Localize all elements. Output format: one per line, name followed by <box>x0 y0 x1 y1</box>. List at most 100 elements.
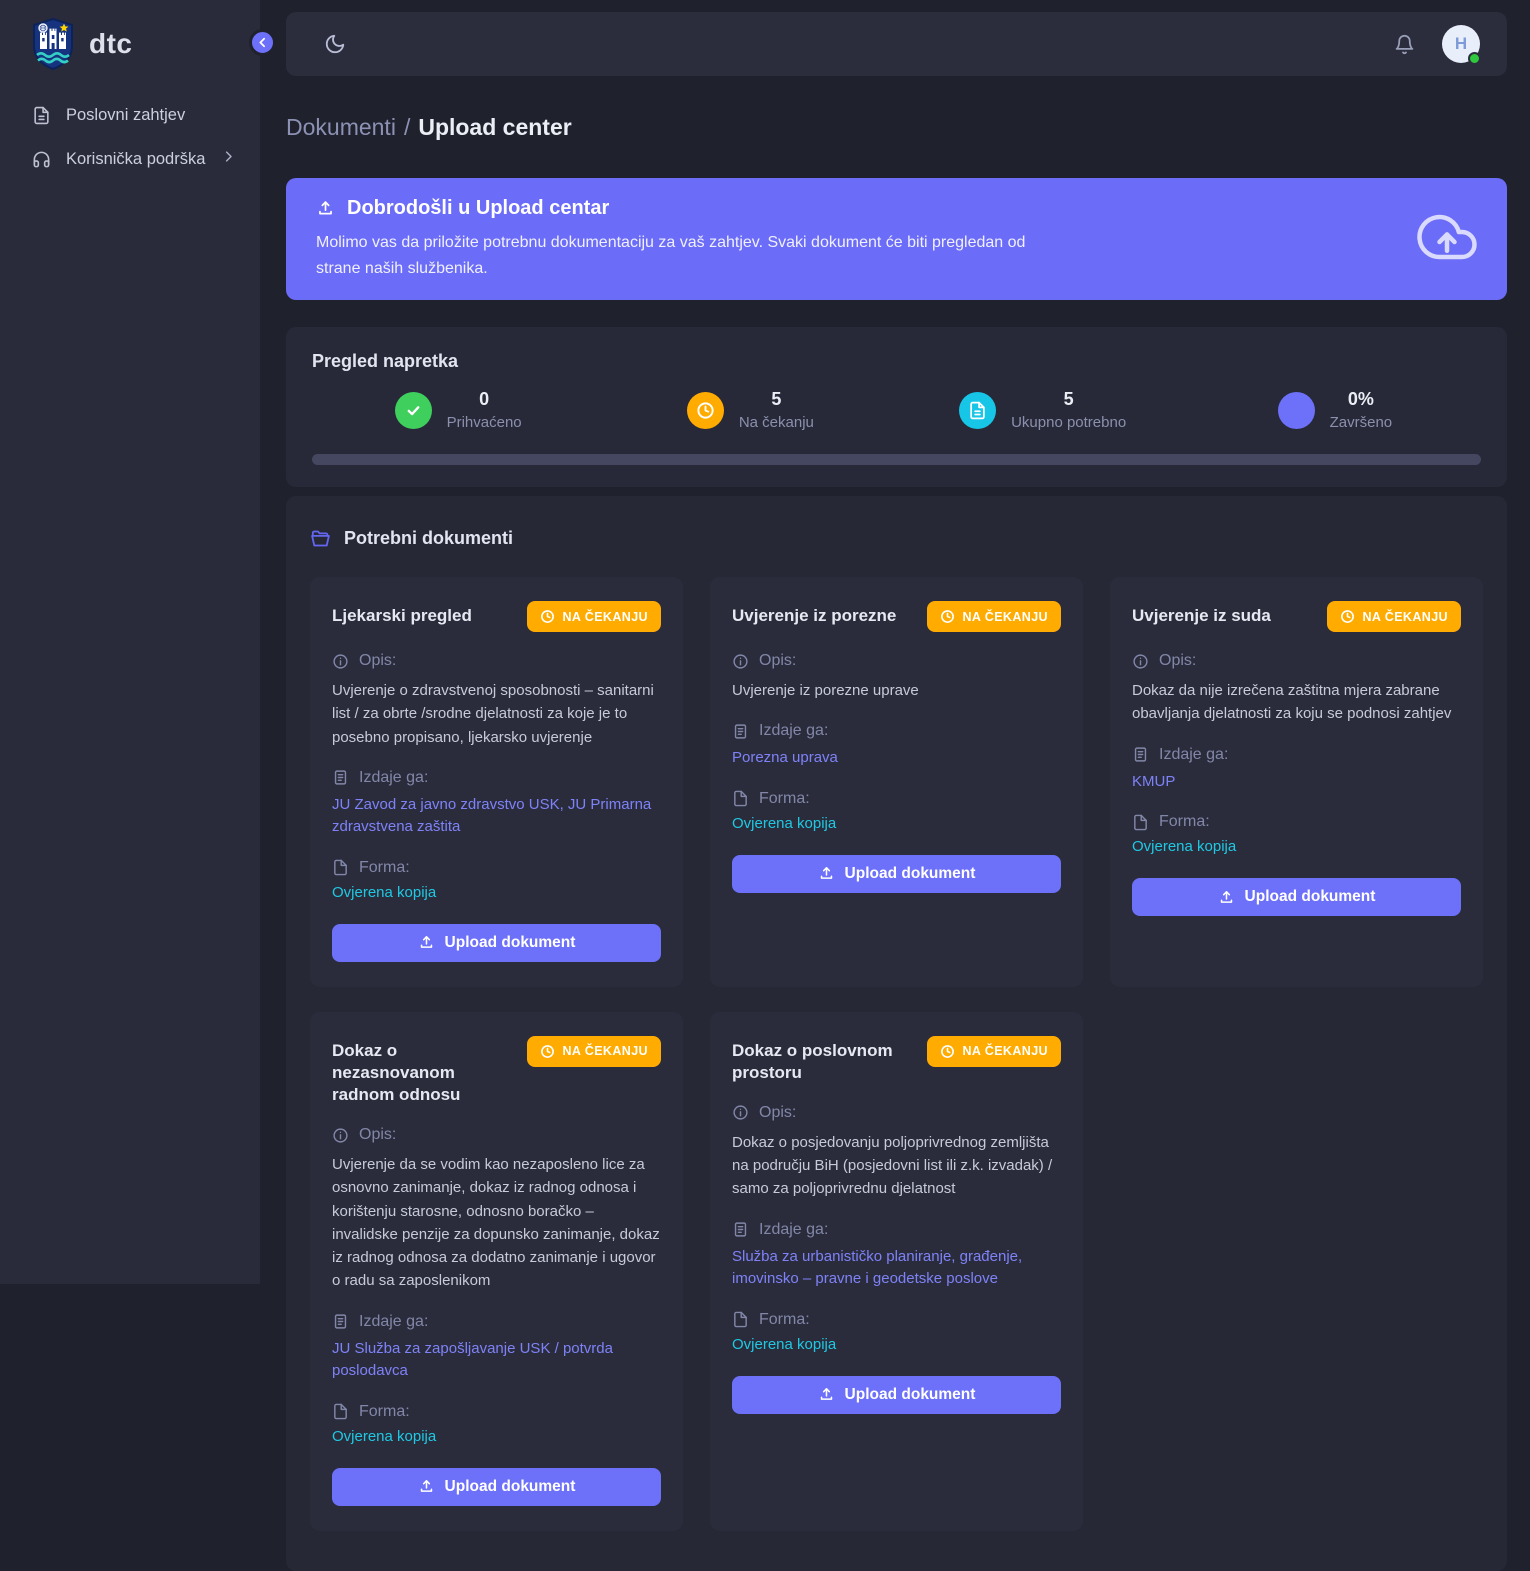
status-badge: NA ČEKANJU <box>927 1036 1062 1067</box>
forma-label: Forma: <box>732 790 1061 808</box>
upload-dokument-button[interactable]: Upload dokument <box>732 855 1061 893</box>
dark-mode-toggle[interactable] <box>324 33 346 55</box>
required-documents-panel: Potrebni dokumenti Ljekarski pregled NA … <box>286 496 1507 1571</box>
upload-icon <box>818 1386 835 1403</box>
sidebar-item-label: Poslovni zahtjev <box>66 106 185 125</box>
document-issuer: JU Služba za zapošljavanje USK / potvrda… <box>332 1338 661 1383</box>
izdaje-ga-label: Izdaje ga: <box>332 769 661 787</box>
document-card-header: Dokaz o poslovnom prostoru NA ČEKANJU <box>732 1036 1061 1084</box>
stat-prihvaceno: 0 Prihvaćeno <box>312 389 604 431</box>
document-description: Dokaz o posjedovanju poljoprivrednog zem… <box>732 1131 1061 1201</box>
clock-icon <box>940 609 955 624</box>
stat-label: Na čekanju <box>739 414 814 431</box>
upload-dokument-button[interactable]: Upload dokument <box>1132 878 1461 916</box>
clock-icon <box>1340 609 1355 624</box>
forma-label: Forma: <box>1132 813 1461 831</box>
app-root: dtc Poslovni zahtjev Korisnička podrška <box>0 0 1530 1284</box>
stat-value: 0% <box>1348 389 1374 410</box>
upload-dokument-button[interactable]: Upload dokument <box>732 1376 1061 1414</box>
avatar-letter: H <box>1455 34 1467 54</box>
document-issuer: JU Zavod za javno zdravstvo USK, JU Prim… <box>332 794 661 839</box>
document-card-header: Dokaz o nezasnovanom radnom odnosu NA ČE… <box>332 1036 661 1106</box>
sidebar: dtc Poslovni zahtjev Korisnička podrška <box>0 0 260 1284</box>
stat-value: 5 <box>1064 389 1074 410</box>
invoice-icon <box>732 1221 749 1238</box>
info-icon <box>1132 653 1149 670</box>
document-issuer: KMUP <box>1132 771 1461 794</box>
banner-title-row: Dobrodošli u Upload centar <box>316 197 1061 220</box>
stat-label: Prihvaćeno <box>447 414 522 431</box>
document-title: Uvjerenje iz porezne <box>732 601 896 627</box>
stat-zavrseno: 0% Završeno <box>1189 389 1481 431</box>
opis-label: Opis: <box>332 652 661 670</box>
bell-icon <box>1394 34 1415 55</box>
status-badge-label: NA ČEKANJU <box>963 1044 1049 1058</box>
clock-icon <box>540 609 555 624</box>
status-badge: NA ČEKANJU <box>927 601 1062 632</box>
sidebar-item-poslovni-zahtjev[interactable]: Poslovni zahtjev <box>0 94 260 137</box>
check-icon <box>395 392 432 429</box>
document-card: Uvjerenje iz suda NA ČEKANJU Opis: Dokaz… <box>1110 577 1483 987</box>
document-title: Dokaz o poslovnom prostoru <box>732 1036 915 1084</box>
topbar-actions: H <box>1394 25 1480 63</box>
upload-dokument-button[interactable]: Upload dokument <box>332 1468 661 1506</box>
invoice-icon <box>332 1313 349 1330</box>
progress-bar <box>312 454 1481 465</box>
welcome-banner: Dobrodošli u Upload centar Molimo vas da… <box>286 178 1507 300</box>
banner-body: Molimo vas da priložite potrebnu dokumen… <box>316 230 1061 282</box>
documents-section-title: Potrebni dokumenti <box>344 528 513 549</box>
forma-label: Forma: <box>732 1311 1061 1329</box>
izdaje-ga-label: Izdaje ga: <box>1132 746 1461 764</box>
status-badge-label: NA ČEKANJU <box>1363 610 1449 624</box>
documents-grid: Ljekarski pregled NA ČEKANJU Opis: Uvjer… <box>310 577 1483 1531</box>
document-icon <box>32 106 51 125</box>
upload-icon <box>418 1478 435 1495</box>
stat-label: Završeno <box>1330 414 1393 431</box>
breadcrumb-dokumenti[interactable]: Dokumenti <box>286 114 396 140</box>
invoice-icon <box>1132 746 1149 763</box>
progress-overview-panel: Pregled napretka 0 Prihvaćeno <box>286 327 1507 487</box>
document-forma-value: Ovjerena kopija <box>1132 838 1461 855</box>
document-description: Uvjerenje iz porezne uprave <box>732 679 1061 702</box>
topbar: H <box>286 12 1507 76</box>
status-badge: NA ČEKANJU <box>1327 601 1462 632</box>
moon-icon <box>324 33 346 55</box>
document-forma-value: Ovjerena kopija <box>332 884 661 901</box>
info-icon <box>332 653 349 670</box>
document-forma-value: Ovjerena kopija <box>732 815 1061 832</box>
banner-text-block: Dobrodošli u Upload centar Molimo vas da… <box>316 197 1061 282</box>
online-status-dot <box>1468 52 1481 65</box>
document-card: Ljekarski pregled NA ČEKANJU Opis: Uvjer… <box>310 577 683 987</box>
app-logo[interactable]: dtc <box>0 0 260 70</box>
clock-icon <box>540 1044 555 1059</box>
page-icon <box>732 790 749 807</box>
sidebar-item-korisnicka-podrska[interactable]: Korisnička podrška <box>0 137 260 181</box>
user-avatar[interactable]: H <box>1442 25 1480 63</box>
upload-icon <box>818 865 835 882</box>
banner-title: Dobrodošli u Upload centar <box>347 197 609 220</box>
upload-icon <box>1218 889 1235 906</box>
document-issuer: Porezna uprava <box>732 747 1061 770</box>
chevron-right-icon <box>221 149 236 169</box>
document-card: Dokaz o nezasnovanom radnom odnosu NA ČE… <box>310 1012 683 1531</box>
document-forma-value: Ovjerena kopija <box>332 1428 661 1445</box>
upload-dokument-button[interactable]: Upload dokument <box>332 924 661 962</box>
izdaje-ga-label: Izdaje ga: <box>732 722 1061 740</box>
logo-text: dtc <box>89 28 133 60</box>
progress-panel-title: Pregled napretka <box>312 351 1481 372</box>
status-badge: NA ČEKANJU <box>527 601 662 632</box>
status-badge-label: NA ČEKANJU <box>563 1044 649 1058</box>
coat-of-arms-logo-icon <box>30 18 76 70</box>
document-description: Uvjerenje da se vodim kao nezaposleno li… <box>332 1153 661 1293</box>
document-card-header: Uvjerenje iz suda NA ČEKANJU <box>1132 601 1461 632</box>
forma-label: Forma: <box>332 859 661 877</box>
sidebar-collapse-button[interactable] <box>249 29 276 56</box>
document-forma-value: Ovjerena kopija <box>732 1336 1061 1353</box>
page-icon <box>332 859 349 876</box>
izdaje-ga-label: Izdaje ga: <box>732 1221 1061 1239</box>
upload-icon <box>418 934 435 951</box>
opis-label: Opis: <box>1132 652 1461 670</box>
notifications-button[interactable] <box>1394 34 1415 55</box>
invoice-icon <box>732 723 749 740</box>
breadcrumb-separator: / <box>404 114 410 140</box>
